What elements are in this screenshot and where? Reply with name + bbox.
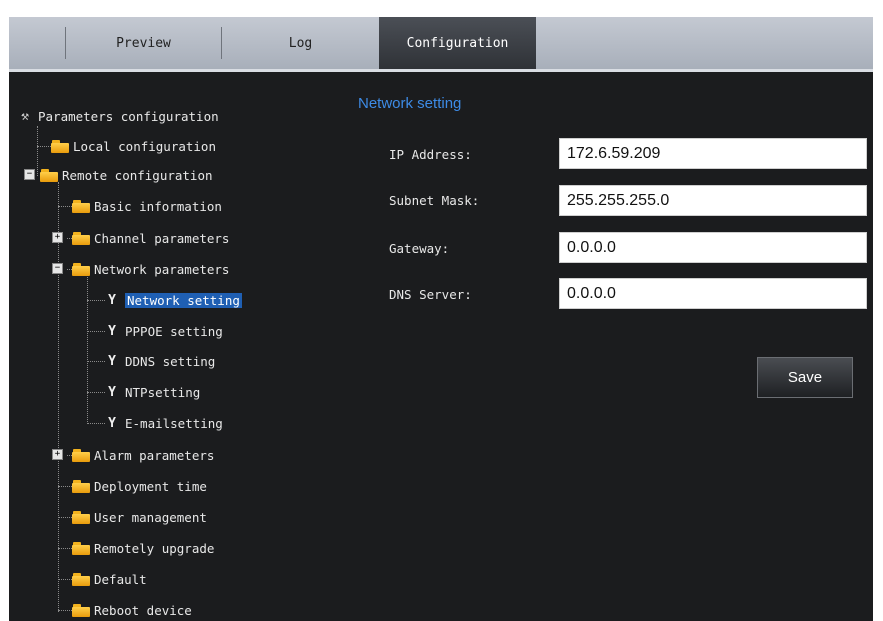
- tree-connector: [58, 579, 72, 580]
- folder-icon: [72, 541, 90, 555]
- tree-connector: [58, 517, 72, 518]
- tree-item-label: Network parameters: [94, 261, 230, 277]
- tab-configuration[interactable]: Configuration: [379, 17, 536, 69]
- wrench-icon: Y: [108, 292, 116, 308]
- dns-server-input[interactable]: [559, 278, 867, 309]
- tree-item-network-parameters[interactable]: Network parameters: [72, 259, 229, 279]
- tree-connector: [87, 392, 105, 393]
- tree-item-label: Channel parameters: [94, 230, 230, 246]
- tree-item-deployment-time[interactable]: Deployment time: [72, 476, 207, 496]
- tree-root[interactable]: ⚒ Parameters configuration: [18, 106, 219, 126]
- tree-item-ntp-setting[interactable]: Y NTPsetting: [105, 382, 200, 402]
- folder-icon: [72, 448, 90, 462]
- tree-item-label: Default: [94, 571, 147, 587]
- tree-root-label: Parameters configuration: [38, 108, 219, 124]
- wrench-icon: Y: [108, 323, 116, 339]
- tree-item-label: NTPsetting: [125, 384, 201, 400]
- folder-icon: [72, 572, 90, 586]
- collapse-toggle-network[interactable]: −: [52, 263, 63, 274]
- wrench-icon: Y: [108, 384, 116, 400]
- tree-connector: [58, 548, 72, 549]
- subnet-mask-input[interactable]: [559, 185, 867, 216]
- tree-connector: [87, 331, 105, 332]
- dns-server-label: DNS Server:: [389, 287, 472, 302]
- section-title: Network setting: [358, 95, 462, 112]
- folder-icon: [72, 603, 90, 617]
- ip-address-label: IP Address:: [389, 147, 472, 162]
- tab-log[interactable]: Log: [222, 17, 379, 69]
- tree-item-reboot-device[interactable]: Reboot device: [72, 600, 192, 620]
- gateway-input[interactable]: [559, 232, 867, 263]
- tree-item-remote-configuration[interactable]: Remote configuration: [40, 165, 213, 185]
- tree-connector: [58, 610, 72, 611]
- tree-item-label: PPPOE setting: [125, 323, 223, 339]
- folder-icon: [72, 262, 90, 276]
- network-setting-panel: Network setting IP Address: Subnet Mask:…: [310, 72, 873, 621]
- wrench-icon: Y: [108, 353, 116, 369]
- tree-item-label: DDNS setting: [125, 353, 216, 369]
- tree-item-channel-parameters[interactable]: Channel parameters: [72, 228, 229, 248]
- folder-icon: [72, 199, 90, 213]
- tree-connector: [37, 146, 51, 147]
- tree-item-user-management[interactable]: User management: [72, 507, 207, 527]
- tree-connector: [58, 486, 72, 487]
- wrench-icon: Y: [108, 415, 116, 431]
- folder-icon: [72, 231, 90, 245]
- tree-connector: [87, 300, 105, 301]
- tree-item-remotely-upgrade[interactable]: Remotely upgrade: [72, 538, 214, 558]
- tree-item-label: Remote configuration: [62, 167, 213, 183]
- tree-item-label: Deployment time: [94, 478, 207, 494]
- tree-item-email-setting[interactable]: Y E-mailsetting: [105, 413, 223, 433]
- config-tree-panel: − + − + ⚒ Parameters configuration Local…: [9, 72, 310, 621]
- tree-connector: [87, 423, 105, 424]
- expand-toggle-channel[interactable]: +: [52, 232, 63, 243]
- tree-item-default[interactable]: Default: [72, 569, 147, 589]
- folder-icon: [51, 139, 69, 153]
- expand-toggle-alarm[interactable]: +: [52, 449, 63, 460]
- folder-icon: [72, 510, 90, 524]
- tree-item-label: Reboot device: [94, 602, 192, 618]
- tree-item-alarm-parameters[interactable]: Alarm parameters: [72, 445, 214, 465]
- folder-icon: [72, 479, 90, 493]
- tree-item-pppoe-setting[interactable]: Y PPPOE setting: [105, 321, 223, 341]
- tree-item-label: Alarm parameters: [94, 447, 215, 463]
- save-button[interactable]: Save: [757, 357, 853, 398]
- tree-item-label: User management: [94, 509, 207, 525]
- gateway-label: Gateway:: [389, 241, 450, 256]
- tree-item-label: Remotely upgrade: [94, 540, 215, 556]
- tree-item-label: Network setting: [125, 292, 242, 308]
- tree-item-network-setting[interactable]: Y Network setting: [105, 290, 242, 310]
- tree-item-label: Local configuration: [73, 138, 216, 154]
- ip-address-input[interactable]: [559, 138, 867, 169]
- tools-icon: ⚒: [21, 108, 29, 124]
- tree-connector: [58, 206, 72, 207]
- top-nav-bar: Preview Log Configuration: [9, 17, 873, 69]
- tree-connector: [87, 361, 105, 362]
- tree-item-label: Basic information: [94, 198, 222, 214]
- tree-item-basic-information[interactable]: Basic information: [72, 196, 222, 216]
- subnet-mask-label: Subnet Mask:: [389, 193, 480, 208]
- tree-item-ddns-setting[interactable]: Y DDNS setting: [105, 351, 215, 371]
- tree-item-label: E-mailsetting: [125, 415, 223, 431]
- tab-preview[interactable]: Preview: [66, 17, 221, 69]
- collapse-toggle-remote[interactable]: −: [24, 169, 35, 180]
- tree-connector: [37, 126, 38, 176]
- folder-icon: [40, 168, 58, 182]
- tree-item-local-configuration[interactable]: Local configuration: [51, 136, 216, 156]
